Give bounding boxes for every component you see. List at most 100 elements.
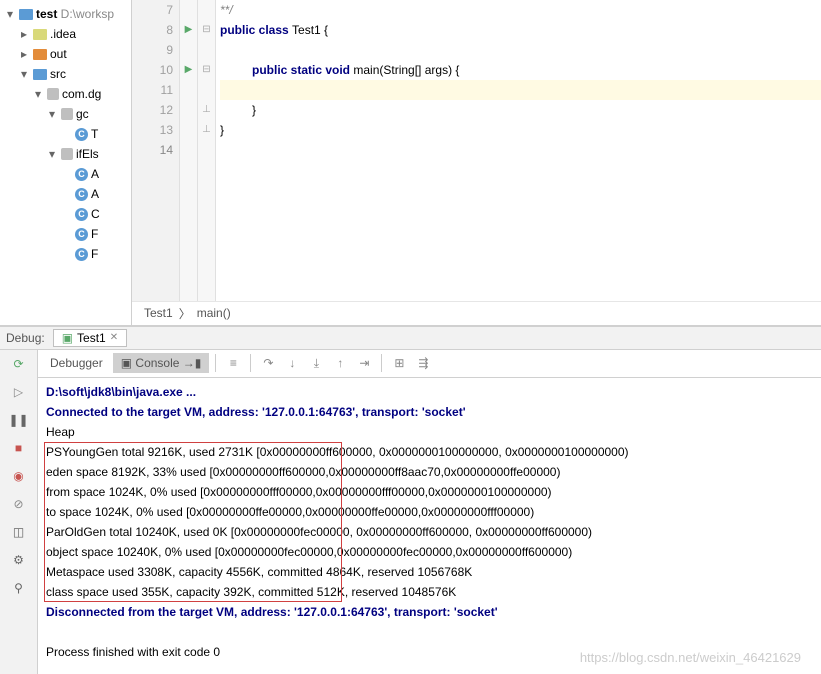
console-line: Disconnected from the target VM, address… (46, 602, 813, 622)
tree-gc[interactable]: ▾ gc (0, 104, 131, 124)
console-line: object space 10240K, 0% used [0x00000000… (46, 542, 813, 562)
tree-class[interactable]: C T (0, 124, 131, 144)
class-icon: C (75, 248, 88, 261)
module-icon (19, 9, 33, 20)
chevron-down-icon: ▾ (46, 107, 58, 121)
debug-panel-header[interactable]: Debug: ▣ Test1 ✕ (0, 326, 821, 350)
chevron-down-icon: ▾ (18, 67, 30, 81)
code-line[interactable] (220, 140, 821, 160)
pin-icon[interactable]: ⚲ (9, 578, 29, 598)
chevron-down-icon: ▾ (4, 7, 16, 21)
pause-icon[interactable]: ❚❚ (9, 410, 29, 430)
camera-icon[interactable]: ◫ (9, 522, 29, 542)
code-line[interactable] (220, 40, 821, 60)
package-icon (61, 148, 73, 160)
class-icon: C (75, 168, 88, 181)
breadcrumb[interactable]: Test1 〉 main() (132, 301, 821, 325)
fold-icon[interactable]: ⊟ (202, 20, 212, 40)
settings-icon[interactable]: ⚙ (9, 550, 29, 570)
run-to-cursor-icon[interactable]: ⇥ (353, 352, 375, 374)
app-icon: ▣ (62, 331, 73, 345)
debug-toolbar[interactable]: Debugger ▣ Console →▮ ≡ ↷ ↓ ⤓ ↑ ⇥ ⊞ ⇶ (38, 350, 821, 378)
line-gutter[interactable]: 789 101112 1314 (132, 0, 180, 301)
code-line[interactable]: **/ (220, 0, 821, 20)
console-line: Metaspace used 3308K, capacity 4556K, co… (46, 562, 813, 582)
code-line[interactable]: } (220, 100, 821, 120)
stop-icon[interactable]: ■ (9, 438, 29, 458)
chevron-right-icon: 〉 (179, 305, 191, 322)
run-icon[interactable]: ▶ (185, 60, 193, 80)
tree-idea[interactable]: ▸ .idea (0, 24, 131, 44)
fold-icon[interactable]: ⊟ (202, 60, 212, 80)
console-line: Connected to the target VM, address: '12… (46, 402, 813, 422)
folder-icon (33, 29, 47, 40)
console-line (46, 622, 813, 642)
mute-breakpoints-icon[interactable]: ⊘ (9, 494, 29, 514)
console-output[interactable]: D:\soft\jdk8\bin\java.exe ... Connected … (38, 378, 821, 674)
code-area[interactable]: **/ public class Test1 { public static v… (216, 0, 821, 301)
tree-leaf[interactable]: CF (0, 244, 131, 264)
chevron-down-icon: ▾ (32, 87, 44, 101)
force-step-into-icon[interactable]: ⤓ (305, 352, 327, 374)
package-icon (61, 108, 73, 120)
tree-ifels[interactable]: ▾ ifEls (0, 144, 131, 164)
run-icon[interactable]: ▶ (185, 20, 193, 40)
class-icon: C (75, 208, 88, 221)
breadcrumb-item[interactable]: main() (197, 306, 231, 320)
source-folder-icon (33, 69, 47, 80)
chevron-down-icon: ▾ (46, 147, 58, 161)
step-into-icon[interactable]: ↓ (281, 352, 303, 374)
console-line: from space 1024K, 0% used [0x00000000fff… (46, 482, 813, 502)
pin-icon: →▮ (183, 356, 202, 370)
debug-label: Debug: (6, 331, 45, 345)
tab-debugger[interactable]: Debugger (42, 353, 111, 373)
tree-package[interactable]: ▾ com.dg (0, 84, 131, 104)
console-line: Heap (46, 422, 813, 442)
code-line[interactable] (220, 80, 821, 100)
filter-icon[interactable]: ≡ (222, 352, 244, 374)
class-icon: C (75, 188, 88, 201)
tree-leaf[interactable]: CA (0, 184, 131, 204)
view-breakpoints-icon[interactable]: ◉ (9, 466, 29, 486)
console-line: class space used 355K, capacity 392K, co… (46, 582, 813, 602)
tree-leaf[interactable]: CF (0, 224, 131, 244)
code-line[interactable]: public static void main(String[] args) { (220, 60, 821, 80)
console-icon: ▣ (121, 356, 132, 370)
fold-end-icon[interactable]: ⊥ (202, 120, 212, 140)
trace-icon[interactable]: ⇶ (412, 352, 434, 374)
step-over-icon[interactable]: ↷ (257, 352, 279, 374)
tree-root[interactable]: ▾ test D:\worksp (0, 4, 131, 24)
code-line[interactable]: public class Test1 { (220, 20, 821, 40)
fold-gutter[interactable]: ⊟ ⊟ ⊥ ⊥ (198, 0, 216, 301)
code-line[interactable]: } (220, 120, 821, 140)
debug-side-toolbar[interactable]: ⟳ ▷ ❚❚ ■ ◉ ⊘ ◫ ⚙ ⚲ (0, 350, 38, 674)
evaluate-icon[interactable]: ⊞ (388, 352, 410, 374)
class-icon: C (75, 228, 88, 241)
tab-console[interactable]: ▣ Console →▮ (113, 353, 210, 373)
console-line: D:\soft\jdk8\bin\java.exe ... (46, 382, 813, 402)
run-gutter[interactable]: ▶ ▶ (180, 0, 198, 301)
code-editor[interactable]: 789 101112 1314 ▶ ▶ ⊟ ⊟ ⊥ ⊥ (132, 0, 821, 325)
console-line: ParOldGen total 10240K, used 0K [0x00000… (46, 522, 813, 542)
resume-icon[interactable]: ▷ (9, 382, 29, 402)
breadcrumb-item[interactable]: Test1 (144, 306, 173, 320)
console-line: Process finished with exit code 0 (46, 642, 813, 662)
project-tree[interactable]: ▾ test D:\worksp ▸ .idea ▸ out ▾ src ▾ c… (0, 0, 132, 325)
rerun-icon[interactable]: ⟳ (9, 354, 29, 374)
console-line: to space 1024K, 0% used [0x00000000ffe00… (46, 502, 813, 522)
chevron-right-icon: ▸ (18, 27, 30, 41)
tree-src[interactable]: ▾ src (0, 64, 131, 84)
package-icon (47, 88, 59, 100)
chevron-right-icon: ▸ (18, 47, 30, 61)
console-line: PSYoungGen total 9216K, used 2731K [0x00… (46, 442, 813, 462)
close-icon[interactable]: ✕ (110, 332, 118, 343)
debug-tab[interactable]: ▣ Test1 ✕ (53, 329, 127, 347)
tree-out[interactable]: ▸ out (0, 44, 131, 64)
class-icon: C (75, 128, 88, 141)
step-out-icon[interactable]: ↑ (329, 352, 351, 374)
fold-end-icon[interactable]: ⊥ (202, 100, 212, 120)
tree-leaf[interactable]: CA (0, 164, 131, 184)
tree-leaf[interactable]: CC (0, 204, 131, 224)
folder-icon (33, 49, 47, 60)
console-line: eden space 8192K, 33% used [0x00000000ff… (46, 462, 813, 482)
